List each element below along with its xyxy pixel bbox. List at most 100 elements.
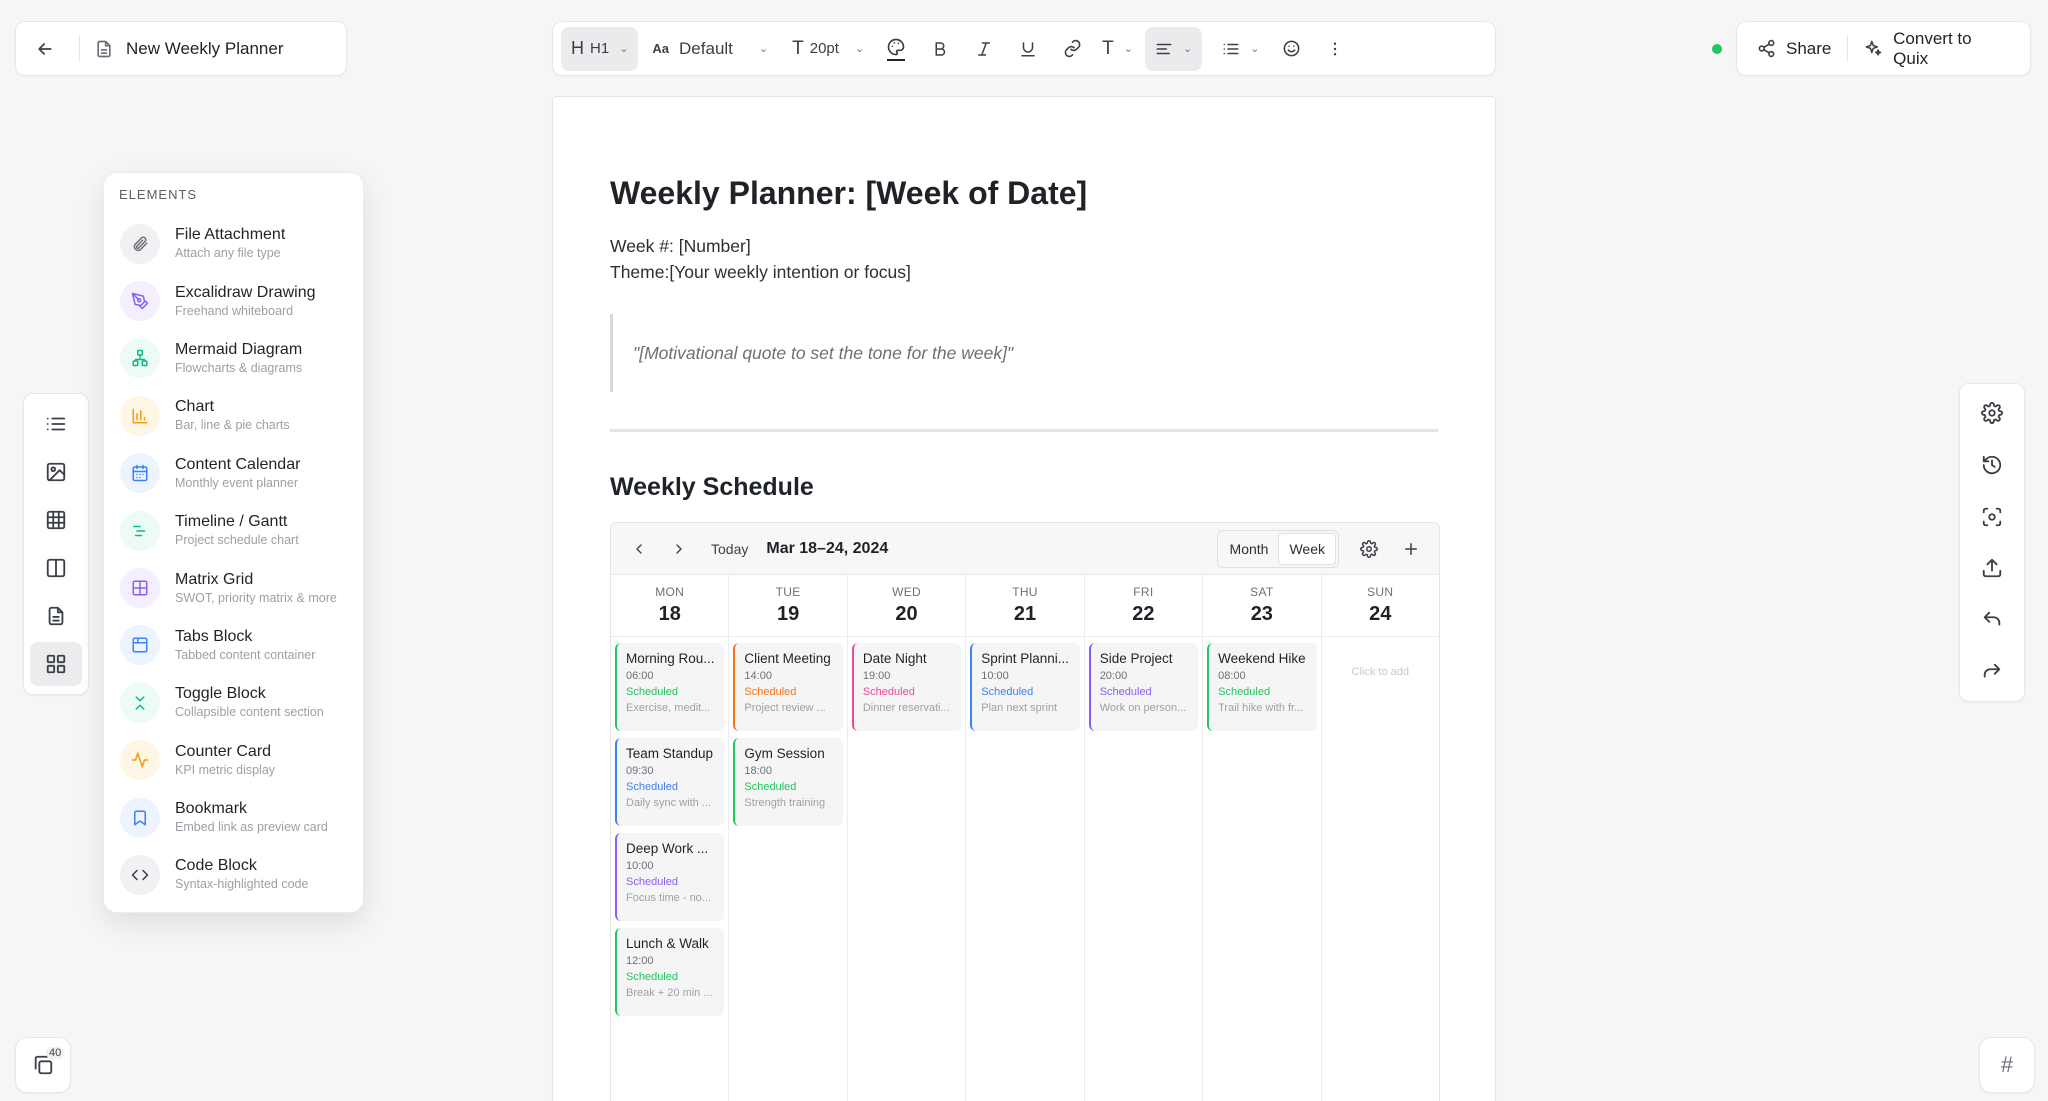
- share-button[interactable]: Share: [1745, 27, 1843, 71]
- month-view-button[interactable]: Month: [1220, 533, 1279, 565]
- bar-chart-icon: [120, 395, 160, 436]
- emoji-button[interactable]: [1269, 27, 1313, 71]
- focus-button[interactable]: [1966, 495, 2018, 538]
- element-description: Bar, line & pie charts: [175, 418, 290, 433]
- day-header: SAT 23: [1203, 575, 1321, 637]
- section-heading[interactable]: Weekly Schedule: [610, 473, 814, 502]
- event-description: Strength training: [744, 797, 826, 809]
- hashtag-button[interactable]: #: [1979, 1037, 2035, 1093]
- heading-dropdown[interactable]: H H1 ⌄: [561, 26, 639, 71]
- week-view-button[interactable]: Week: [1278, 532, 1336, 565]
- day-header: SUN 24: [1321, 575, 1439, 637]
- element-item-code-block[interactable]: Code Block Syntax-highlighted code: [104, 846, 363, 903]
- element-item-toggle-block[interactable]: Toggle Block Collapsible content section: [104, 674, 363, 731]
- day-of-week: THU: [1012, 585, 1038, 599]
- back-button[interactable]: [23, 27, 67, 71]
- theme-line[interactable]: Theme:[Your weekly intention or focus]: [610, 262, 911, 283]
- element-item-file-attachment[interactable]: File Attachment Attach any file type: [104, 215, 363, 272]
- event-description: Focus time - no...: [626, 892, 711, 904]
- image-button[interactable]: [30, 450, 82, 494]
- day-number: 19: [777, 603, 800, 625]
- export-button[interactable]: [1966, 547, 2018, 590]
- calendar-event[interactable]: Weekend Hike 08:00 Scheduled Trail hike wit…: [1207, 643, 1317, 731]
- pages-button[interactable]: 40: [15, 1037, 71, 1093]
- element-item-content-calendar[interactable]: Content Calendar Monthly event planner: [104, 445, 363, 502]
- calendar-event[interactable]: Sprint Planni... 10:00 Scheduled Plan next …: [970, 643, 1080, 731]
- day-column-tue[interactable]: TUE 19 Client Meeting 14:00 Scheduled Project…: [729, 575, 848, 1101]
- element-description: Tabbed content container: [175, 647, 316, 662]
- more-options-button[interactable]: [1313, 27, 1357, 71]
- elements-button[interactable]: [30, 642, 82, 686]
- element-name: Toggle Block: [175, 685, 266, 703]
- font-icon: Aa: [652, 41, 670, 56]
- blockquote[interactable]: "[Motivational quote to set the tone for…: [610, 314, 1438, 392]
- calendar-event[interactable]: Morning Rou... 06:00 Scheduled Exercise, me…: [615, 643, 725, 731]
- template-button[interactable]: [30, 594, 82, 638]
- element-item-timeline-gantt[interactable]: Timeline / Gantt Project schedule chart: [104, 502, 363, 559]
- bold-button[interactable]: [918, 27, 962, 71]
- list-dropdown[interactable]: ⌄: [1212, 27, 1269, 71]
- more-vertical-icon: [1334, 42, 1337, 55]
- align-dropdown[interactable]: ⌄: [1144, 26, 1203, 71]
- document-heading[interactable]: Weekly Planner: [Week of Date]: [610, 175, 1087, 212]
- grid-icon: [46, 654, 66, 674]
- calendar-event[interactable]: Date Night 19:00 Scheduled Dinner reservati…: [851, 643, 962, 731]
- element-text: Counter Card KPI metric display: [175, 742, 275, 779]
- element-description: Monthly event planner: [175, 475, 298, 490]
- element-item-chart[interactable]: Chart Bar, line & pie charts: [104, 387, 363, 444]
- table-button[interactable]: [30, 498, 82, 542]
- day-column-fri[interactable]: FRI 22 Side Project 20:00 Scheduled Work on p…: [1084, 575, 1204, 1101]
- outline-button[interactable]: [30, 402, 82, 446]
- font-size-dropdown[interactable]: T 20pt ⌄: [782, 27, 874, 71]
- element-item-matrix-grid[interactable]: Matrix Grid SWOT, priority matrix & more: [104, 559, 363, 616]
- link-button[interactable]: [1050, 27, 1094, 71]
- calendar-event[interactable]: Deep Work ... 10:00 Scheduled Focus time - …: [615, 833, 725, 921]
- text-color-button[interactable]: [874, 27, 918, 71]
- day-column-wed[interactable]: WED 20 Date Night 19:00 Scheduled Dinner rese…: [847, 575, 967, 1101]
- element-name: Chart: [175, 398, 215, 416]
- redo-button[interactable]: [1966, 650, 2018, 693]
- document-title[interactable]: New Weekly Planner: [126, 39, 283, 59]
- week-number-line[interactable]: Week #: [Number]: [610, 236, 751, 257]
- calendar-event[interactable]: Lunch & Walk 12:00 Scheduled Break + 20 min…: [615, 928, 725, 1016]
- columns-button[interactable]: [30, 546, 82, 590]
- calendar-event[interactable]: Client Meeting 14:00 Scheduled Project revi…: [733, 643, 843, 731]
- undo-button[interactable]: [1966, 599, 2018, 642]
- click-to-add-placeholder[interactable]: Click to add: [1326, 666, 1435, 678]
- day-column-sun[interactable]: SUN 24 Click to add: [1321, 575, 1439, 1101]
- day-column-thu[interactable]: THU 21 Sprint Planni... 10:00 Scheduled Plan …: [966, 575, 1085, 1101]
- event-time: 18:00: [744, 765, 772, 777]
- history-button[interactable]: [1966, 444, 2018, 487]
- event-description: Plan next sprint: [981, 702, 1058, 714]
- previous-week-button[interactable]: [625, 535, 653, 563]
- next-week-button[interactable]: [665, 535, 693, 563]
- date-range: Mar 18–24, 2024: [766, 539, 889, 557]
- element-item-excalidraw-drawing[interactable]: Excalidraw Drawing Freehand whiteboard: [104, 272, 363, 329]
- chevron-down-icon: ⌄: [1182, 43, 1193, 55]
- font-family-dropdown[interactable]: Aa Default ⌄: [642, 27, 778, 71]
- element-item-bookmark[interactable]: Bookmark Embed link as preview card: [104, 789, 363, 846]
- day-column-mon[interactable]: MON 18 Morning Rou... 06:00 Scheduled Exercis…: [611, 575, 730, 1101]
- calendar-event[interactable]: Gym Session 18:00 Scheduled Strength traini…: [733, 738, 843, 826]
- element-item-counter-card[interactable]: Counter Card KPI metric display: [104, 732, 363, 789]
- element-item-mermaid-diagram[interactable]: Mermaid Diagram Flowcharts & diagrams: [104, 330, 363, 387]
- calendar-event[interactable]: Side Project 20:00 Scheduled Work on person…: [1088, 643, 1199, 731]
- day-column-sat[interactable]: SAT 23 Weekend Hike 08:00 Scheduled Trail hik…: [1203, 575, 1322, 1101]
- add-event-button[interactable]: [1397, 535, 1425, 563]
- element-item-tabs-block[interactable]: Tabs Block Tabbed content container: [104, 617, 363, 674]
- convert-button[interactable]: Convert to Quix: [1852, 27, 2022, 71]
- calendar-settings-button[interactable]: [1355, 535, 1383, 563]
- settings-button[interactable]: [1966, 392, 2018, 435]
- underline-button[interactable]: [1006, 27, 1050, 71]
- calendar-event[interactable]: Team Standup 09:30 Scheduled Daily sync wit…: [615, 738, 725, 826]
- day-of-week: SUN: [1367, 585, 1394, 599]
- italic-button[interactable]: [962, 27, 1006, 71]
- day-number: 24: [1369, 603, 1392, 625]
- event-time: 06:00: [626, 670, 654, 682]
- text-style-dropdown[interactable]: T ⌄: [1094, 27, 1141, 71]
- today-button[interactable]: Today: [711, 541, 748, 557]
- day-header: THU 21: [966, 575, 1084, 637]
- text-type-icon: T: [1102, 37, 1114, 59]
- sparkles-icon: [1865, 40, 1882, 56]
- day-number: 23: [1250, 603, 1273, 625]
